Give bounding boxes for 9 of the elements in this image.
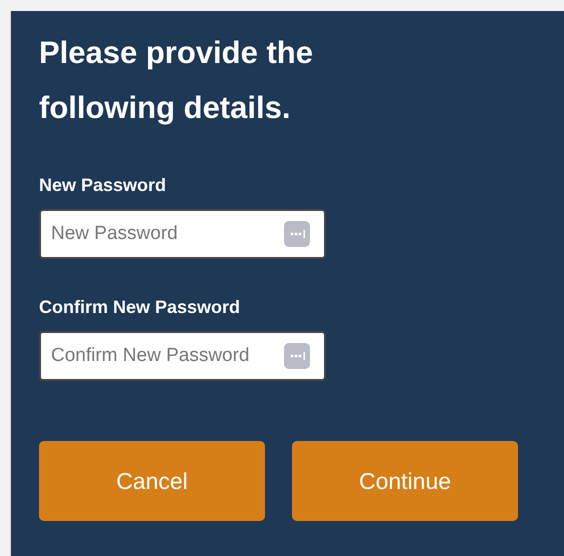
password-field[interactable]: Confirm New Password <box>39 331 326 381</box>
field-label: New Password <box>39 175 168 196</box>
field-label: Confirm New Password <box>39 297 242 318</box>
password-manager-icon[interactable] <box>284 221 310 247</box>
password-manager-icon[interactable] <box>284 343 310 369</box>
password-field[interactable]: New Password <box>39 209 326 259</box>
form-title: Please provide the following details. <box>39 34 314 127</box>
cancel-button[interactable]: Cancel <box>39 441 265 521</box>
continue-button[interactable]: Continue <box>292 441 518 521</box>
